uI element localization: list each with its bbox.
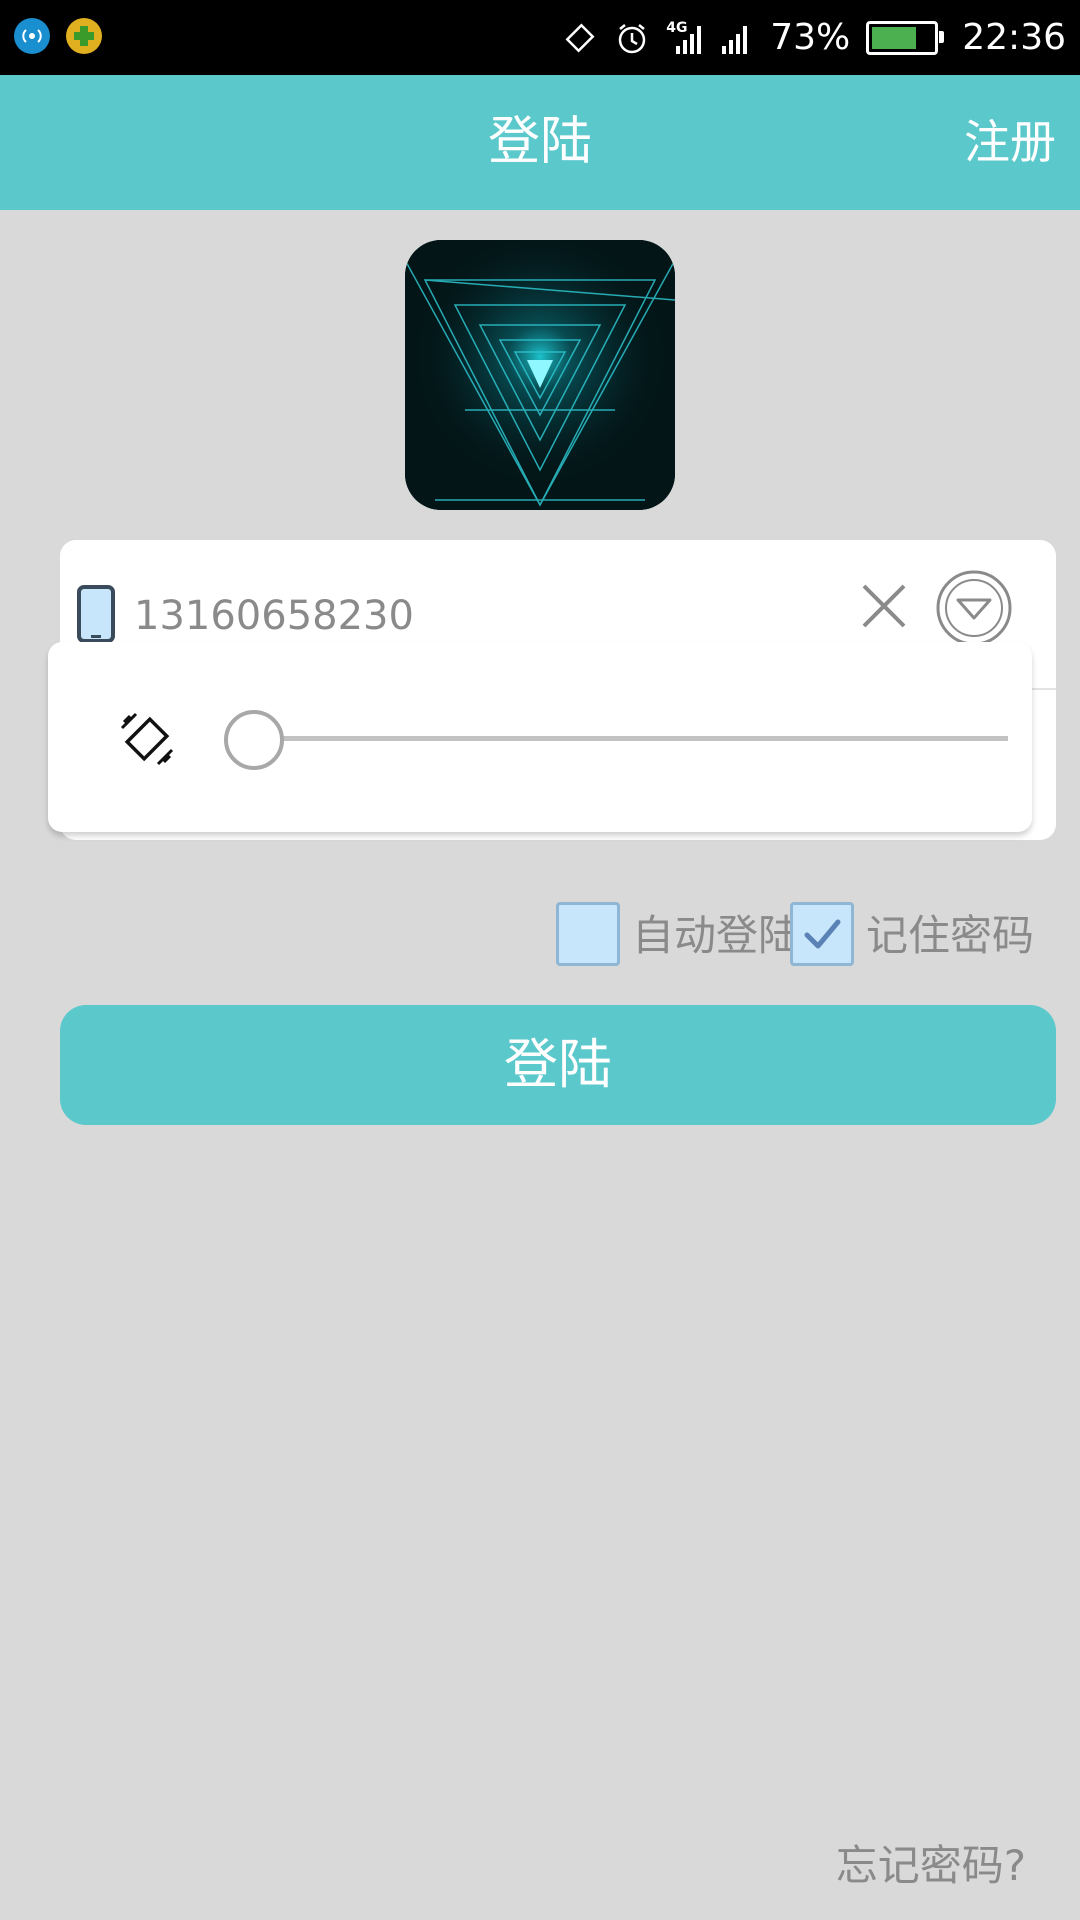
alarm-icon: [614, 20, 650, 56]
auto-login-label: 自动登陆: [632, 911, 801, 960]
network-type-label: 4G: [666, 19, 688, 36]
phone-icon: [76, 584, 116, 644]
app-bar: 登陆 注册: [0, 75, 1080, 210]
remember-password-checkbox[interactable]: [790, 902, 854, 966]
forgot-password-link[interactable]: 忘记密码?: [836, 1832, 1026, 1893]
vibration-slider-thumb[interactable]: [224, 710, 284, 770]
auto-login-checkbox[interactable]: [556, 902, 620, 966]
vibration-popup: [48, 642, 1032, 832]
chevron-down-icon[interactable]: [934, 568, 1014, 648]
hotspot-icon: [14, 18, 50, 54]
signal-4g-icon: 4G: [666, 20, 702, 56]
battery-percent: 73%: [770, 17, 851, 58]
signal-icon: [718, 20, 754, 56]
checkmark-icon: [804, 919, 841, 949]
close-icon[interactable]: [856, 578, 912, 634]
remember-password-label: 记住密码: [866, 911, 1035, 960]
vibrate-icon: [118, 710, 176, 768]
status-bar: 4G 73% 22:36: [0, 0, 1080, 75]
rotation-lock-icon: [562, 20, 598, 56]
page-title: 登陆: [487, 112, 592, 172]
register-button[interactable]: 注册: [964, 75, 1056, 210]
clock: 22:36: [962, 17, 1066, 58]
login-options: 自动登陆 记住密码: [0, 902, 1080, 972]
vibration-slider-track[interactable]: [272, 736, 1008, 741]
app-plus-icon: [66, 18, 102, 54]
login-button[interactable]: 登陆: [60, 1005, 1056, 1125]
status-right-icons: 4G 73% 22:36: [562, 0, 1066, 75]
app-logo: [405, 240, 675, 510]
battery-icon: [866, 20, 945, 55]
status-left-icons: [14, 18, 102, 54]
battery-level: [872, 26, 917, 49]
